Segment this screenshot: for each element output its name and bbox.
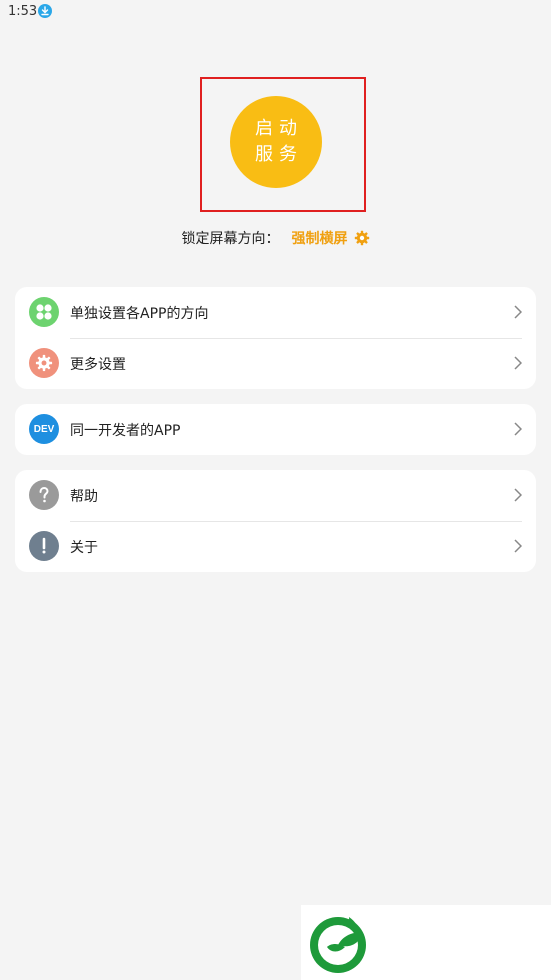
download-icon bbox=[38, 4, 52, 18]
list-item-label: 同一开发者的APP bbox=[70, 422, 181, 439]
chevron-right-icon bbox=[514, 305, 522, 319]
list-item-more-settings[interactable]: 更多设置 bbox=[15, 338, 536, 389]
help-card: 帮助 关于 bbox=[15, 470, 536, 572]
gear-icon bbox=[29, 348, 59, 378]
list-item-label: 更多设置 bbox=[70, 356, 126, 373]
chevron-right-icon bbox=[514, 422, 522, 436]
start-service-line1: 启动 bbox=[255, 118, 303, 139]
dev-icon-text: DEV bbox=[33, 423, 55, 435]
gear-icon[interactable] bbox=[354, 230, 370, 246]
start-service-line2: 服务 bbox=[255, 144, 303, 165]
lock-orientation-value[interactable]: 强制横屏 bbox=[292, 228, 348, 248]
grid-icon bbox=[29, 297, 59, 327]
leaf-logo-icon bbox=[310, 917, 366, 973]
status-bar: 1:53 bbox=[0, 0, 551, 24]
start-service-button[interactable]: 启动 服务 bbox=[230, 96, 322, 188]
lock-orientation-row: 锁定屏幕方向： 强制横屏 bbox=[0, 228, 551, 248]
exclamation-icon bbox=[29, 531, 59, 561]
list-item-help[interactable]: 帮助 bbox=[15, 470, 536, 521]
status-time: 1:53 bbox=[8, 4, 38, 19]
dev-icon: DEV bbox=[29, 414, 59, 444]
list-item-developer-apps[interactable]: DEV 同一开发者的APP bbox=[15, 404, 536, 455]
list-item-per-app-orientation[interactable]: 单独设置各APP的方向 bbox=[15, 287, 536, 338]
settings-card: 单独设置各APP的方向 更多设置 bbox=[15, 287, 536, 389]
list-item-about[interactable]: 关于 bbox=[15, 521, 536, 572]
chevron-right-icon bbox=[514, 539, 522, 553]
chevron-right-icon bbox=[514, 356, 522, 370]
logo-area bbox=[301, 905, 551, 980]
list-item-label: 帮助 bbox=[70, 488, 98, 505]
lock-orientation-label: 锁定屏幕方向： bbox=[181, 231, 280, 247]
list-item-label: 关于 bbox=[70, 539, 98, 556]
chevron-right-icon bbox=[514, 488, 522, 502]
list-item-label: 单独设置各APP的方向 bbox=[70, 305, 209, 322]
developer-card: DEV 同一开发者的APP bbox=[15, 404, 536, 455]
question-icon bbox=[29, 480, 59, 510]
